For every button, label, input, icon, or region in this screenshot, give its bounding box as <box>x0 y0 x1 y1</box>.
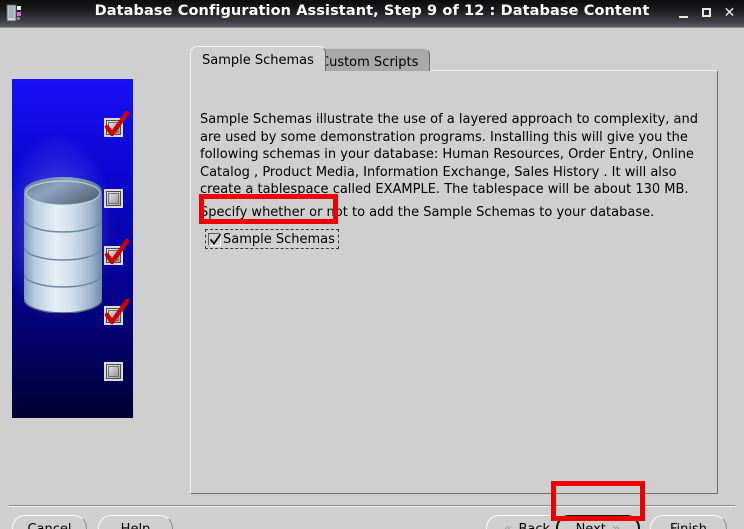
description-paragraph: Sample Schemas illustrate the use of a l… <box>200 112 698 197</box>
help-button[interactable]: Help <box>98 515 173 529</box>
cancel-button[interactable]: Cancel <box>12 515 87 529</box>
next-button-label: Next <box>575 521 606 529</box>
finish-button-label: Finish <box>669 521 708 529</box>
dbca-window: Database Configuration Assistant, Step 9… <box>0 0 744 529</box>
instruction-paragraph: Specify whether or not to add the Sample… <box>200 205 655 220</box>
maximize-icon[interactable] <box>698 5 715 22</box>
finish-button[interactable]: Finish <box>650 515 727 529</box>
help-button-label: Help <box>120 521 151 529</box>
tab-custom-scripts-label: Custom Scripts <box>320 55 419 70</box>
close-icon[interactable]: ✕ <box>721 5 738 22</box>
database-cylinder-icon <box>24 177 102 313</box>
tab-content-panel: Sample Schemas illustrate the use of a l… <box>190 70 718 494</box>
chevron-left-icon: « <box>503 521 513 529</box>
sidebar-illustration <box>12 79 133 418</box>
sample-schemas-checkbox-label: Sample Schemas <box>223 231 335 247</box>
tab-custom-scripts[interactable]: Custom Scripts <box>308 48 431 71</box>
sample-schemas-checkbox[interactable]: Sample Schemas <box>205 229 339 249</box>
step-check-5 <box>104 362 123 381</box>
window-body: Sample Schemas Custom Scripts Sample Sch… <box>0 28 744 529</box>
chevron-right-icon: » <box>611 521 621 529</box>
step-check-4 <box>104 298 130 325</box>
step-check-2 <box>104 189 123 208</box>
tab-sample-schemas[interactable]: Sample Schemas <box>190 46 326 71</box>
step-check-3 <box>104 238 130 265</box>
checkbox-box-icon[interactable] <box>208 232 221 246</box>
minimize-icon[interactable] <box>675 5 692 22</box>
next-button[interactable]: Next » <box>556 515 640 529</box>
tab-sample-schemas-label: Sample Schemas <box>202 53 314 68</box>
cancel-button-label: Cancel <box>27 521 72 529</box>
window-title: Database Configuration Assistant, Step 9… <box>94 3 650 19</box>
bottom-separator <box>9 505 735 507</box>
back-button-label: Back <box>518 521 551 529</box>
step-check-1 <box>104 110 130 137</box>
window-titlebar: Database Configuration Assistant, Step 9… <box>0 0 744 28</box>
